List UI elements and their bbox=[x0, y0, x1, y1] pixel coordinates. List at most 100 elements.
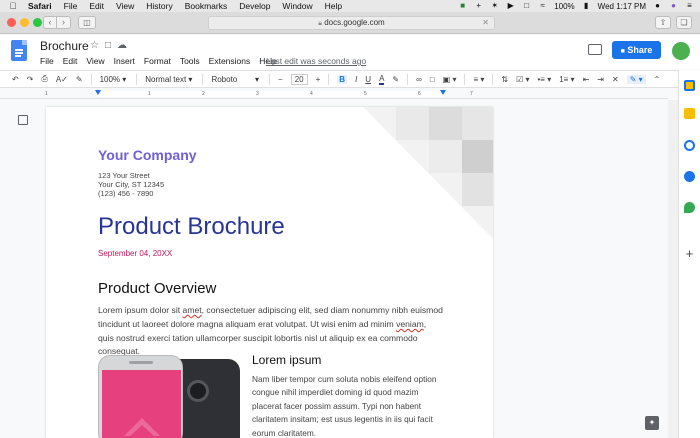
spelling-error[interactable]: veniam bbox=[396, 319, 424, 329]
document-page[interactable]: Your Company 123 Your Street Your City, … bbox=[46, 107, 493, 438]
zoom-select[interactable]: 100% ▾ bbox=[100, 75, 127, 84]
docs-logo-icon[interactable] bbox=[11, 40, 27, 61]
battery-icon[interactable]: ▮ bbox=[582, 2, 591, 10]
star-icon[interactable]: ☆ bbox=[90, 40, 99, 51]
close-tab-icon[interactable]: ✕ bbox=[482, 17, 489, 29]
checklist-icon[interactable]: ☑ ▾ bbox=[516, 75, 529, 84]
address-line: Your City, ST 12345 bbox=[98, 180, 165, 189]
menu-safari[interactable]: Safari bbox=[28, 1, 52, 11]
vertical-scrollbar[interactable] bbox=[668, 100, 678, 438]
spotlight-icon[interactable]: ● bbox=[653, 2, 662, 10]
line-spacing-icon[interactable]: ⇅ bbox=[501, 75, 508, 84]
avatar[interactable] bbox=[672, 42, 690, 60]
lock-status-icon[interactable]: ■ bbox=[458, 2, 467, 10]
ruler-tick: 7 bbox=[470, 91, 473, 97]
align-icon[interactable]: ≡ ▾ bbox=[473, 75, 484, 84]
close-window-button[interactable] bbox=[7, 18, 16, 27]
numbered-list-icon[interactable]: 1≡ ▾ bbox=[559, 75, 574, 84]
bluetooth-icon[interactable]: ✶ bbox=[490, 2, 499, 10]
comment-icon[interactable] bbox=[588, 44, 602, 55]
keep-icon[interactable] bbox=[684, 108, 695, 119]
right-indent-marker[interactable] bbox=[440, 90, 446, 95]
underline-button[interactable]: U bbox=[365, 75, 371, 84]
wifi-icon[interactable]: ≈ bbox=[538, 2, 547, 10]
bulleted-list-icon[interactable]: •≡ ▾ bbox=[538, 75, 552, 84]
explore-icon[interactable]: ✦ bbox=[645, 416, 659, 430]
maps-icon[interactable] bbox=[684, 202, 695, 213]
docs-menu-file[interactable]: File bbox=[40, 56, 54, 66]
add-comment-icon[interactable]: □ bbox=[430, 75, 435, 84]
image-icon[interactable]: ▣ ▾ bbox=[443, 75, 457, 84]
menu-file[interactable]: File bbox=[64, 1, 78, 11]
toolbar-divider bbox=[407, 73, 409, 85]
back-button[interactable]: ‹ bbox=[43, 16, 57, 29]
highlight-icon[interactable]: ✎ bbox=[392, 75, 399, 84]
font-size-input[interactable]: 20 bbox=[290, 73, 308, 85]
folder-icon[interactable]: □ bbox=[105, 40, 111, 51]
macos-menu-bar:  Safari File Edit View History Bookmark… bbox=[0, 0, 700, 12]
notification-center-icon[interactable]: ≡ bbox=[685, 2, 694, 10]
add-addon-icon[interactable]: + bbox=[684, 247, 695, 260]
spelling-error[interactable]: amet bbox=[183, 305, 202, 315]
menu-edit[interactable]: Edit bbox=[89, 1, 104, 11]
tabs-overview-icon[interactable]: ❏ bbox=[676, 16, 692, 29]
docs-menu-insert[interactable]: Insert bbox=[114, 56, 135, 66]
docs-menu-view[interactable]: View bbox=[86, 56, 104, 66]
docs-menu-tools[interactable]: Tools bbox=[180, 56, 200, 66]
spellcheck-icon[interactable]: A✓ bbox=[56, 75, 68, 84]
contacts-icon[interactable] bbox=[684, 171, 695, 182]
docs-menu-extensions[interactable]: Extensions bbox=[209, 56, 251, 66]
apple-icon[interactable]:  bbox=[8, 1, 18, 11]
clock[interactable]: Wed 1:17 PM bbox=[598, 2, 646, 11]
outdent-icon[interactable]: ⇥ bbox=[597, 75, 604, 84]
home-icon bbox=[124, 418, 160, 436]
screen-icon[interactable]: □ bbox=[522, 2, 531, 10]
clear-format-icon[interactable]: ✕ bbox=[612, 75, 619, 84]
add-icon[interactable]: + bbox=[474, 2, 483, 10]
share-button[interactable]: ■ Share bbox=[612, 41, 661, 59]
menu-view[interactable]: View bbox=[116, 1, 134, 11]
sidebar-toggle-icon[interactable]: ◫ bbox=[78, 16, 96, 29]
increase-font-button[interactable]: + bbox=[316, 75, 321, 84]
menu-window[interactable]: Window bbox=[282, 1, 312, 11]
style-select[interactable]: Normal text ▾ bbox=[145, 75, 192, 84]
outline-icon[interactable] bbox=[18, 115, 28, 125]
menu-extras: ■ + ✶ ▶ □ ≈ 100% ▮ Wed 1:17 PM ● ● ≡ bbox=[458, 0, 694, 12]
print-icon[interactable]: ⎙ bbox=[41, 74, 47, 84]
document-title[interactable]: Brochure bbox=[40, 39, 89, 53]
menu-bookmarks[interactable]: Bookmarks bbox=[185, 1, 228, 11]
font-select[interactable]: Roboto ▾ bbox=[211, 75, 259, 84]
docs-menu-edit[interactable]: Edit bbox=[63, 56, 78, 66]
tasks-icon[interactable] bbox=[684, 140, 695, 151]
left-indent-marker[interactable] bbox=[95, 90, 101, 95]
indent-icon[interactable]: ⇤ bbox=[583, 75, 590, 84]
share-sheet-icon[interactable]: ⇧ bbox=[655, 16, 671, 29]
phone-image[interactable] bbox=[98, 355, 240, 438]
cloud-icon[interactable]: ☁︎ bbox=[117, 40, 127, 51]
text-color-button[interactable]: A bbox=[379, 74, 385, 85]
address-bar[interactable]: 🔒︎ docs.google.com ✕ bbox=[208, 16, 495, 30]
last-edit-link[interactable]: Last edit was seconds ago bbox=[266, 56, 366, 66]
minimize-window-button[interactable] bbox=[20, 18, 29, 27]
history-nav: ‹ › bbox=[43, 16, 71, 29]
vertical-ruler[interactable] bbox=[0, 100, 8, 438]
zoom-window-button[interactable] bbox=[33, 18, 42, 27]
menu-help[interactable]: Help bbox=[325, 1, 342, 11]
volume-icon[interactable]: ▶ bbox=[506, 2, 515, 10]
undo-icon[interactable]: ↶ bbox=[12, 75, 19, 84]
siri-icon[interactable]: ● bbox=[669, 2, 678, 10]
docs-menu-format[interactable]: Format bbox=[144, 56, 171, 66]
horizontal-ruler[interactable]: 1 1 2 3 4 5 6 7 bbox=[0, 89, 668, 99]
link-icon[interactable]: ∞ bbox=[416, 75, 422, 84]
menu-develop[interactable]: Develop bbox=[239, 1, 270, 11]
paint-format-icon[interactable]: ✎ bbox=[76, 75, 83, 84]
editing-mode-icon[interactable]: ✎ ▾ bbox=[626, 74, 646, 84]
forward-button[interactable]: › bbox=[57, 16, 71, 29]
redo-icon[interactable]: ↷ bbox=[27, 75, 34, 84]
hide-menus-icon[interactable]: ⌃ bbox=[654, 75, 661, 84]
menu-history[interactable]: History bbox=[146, 1, 172, 11]
italic-button[interactable]: I bbox=[355, 75, 357, 84]
decrease-font-button[interactable]: − bbox=[278, 75, 283, 84]
bold-button[interactable]: B bbox=[337, 74, 348, 84]
calendar-icon[interactable] bbox=[684, 80, 695, 91]
